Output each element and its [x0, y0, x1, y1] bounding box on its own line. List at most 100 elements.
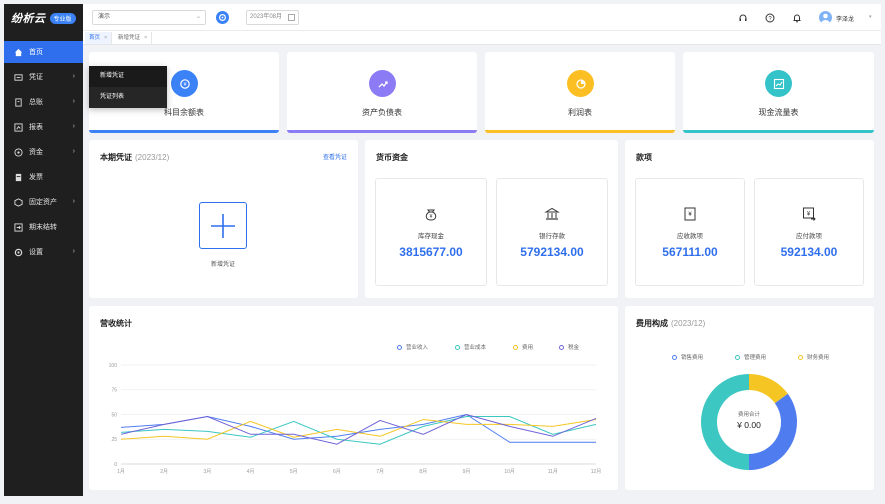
tab-bar: 首页 × 新增凭证 ×: [83, 31, 881, 45]
report-card-cash-flow[interactable]: 现金流量表: [683, 52, 874, 133]
avatar[interactable]: [819, 11, 832, 24]
stat-label: 应收款项: [677, 233, 703, 240]
stat-label: 银行存款: [539, 233, 565, 240]
carry-forward-icon: [14, 222, 23, 232]
legend-dot: [798, 354, 803, 360]
bell-icon[interactable]: [791, 12, 802, 23]
edition-badge: 专业版: [49, 12, 76, 24]
submenu-item-voucher-list[interactable]: 凭证列表: [89, 87, 167, 108]
help-icon[interactable]: ?: [764, 12, 775, 23]
x-tick-label: 6月: [333, 469, 341, 475]
legend-item-admin-expense[interactable]: 管理费用: [735, 353, 766, 361]
view-vouchers-link[interactable]: 查看凭证: [323, 152, 347, 161]
sidebar-item-label: 报表: [29, 124, 43, 131]
legend-dot: [513, 344, 518, 350]
logo-text: 纷析云: [11, 13, 46, 25]
svg-text:¥: ¥: [688, 212, 692, 218]
period-picker[interactable]: 2023年08月: [246, 10, 299, 25]
plus-icon: [211, 213, 235, 238]
sidebar-item-label: 固定资产: [29, 199, 57, 206]
chevron-right-icon: ›: [72, 248, 75, 255]
stat-label: 应付款项: [796, 233, 822, 240]
cash-on-hand-box[interactable]: ¥ 库存现金 3815677.00: [375, 178, 487, 286]
sidebar-item-label: 发票: [29, 174, 43, 181]
sidebar-item-asset[interactable]: 固定资产 ›: [4, 191, 83, 213]
stat-value: 567111.00: [662, 245, 718, 259]
accounts-receivable-box[interactable]: ¥ 应收款项 567111.00: [635, 178, 745, 286]
close-icon[interactable]: ×: [144, 35, 147, 41]
legend-item-revenue[interactable]: 营业收入: [397, 343, 428, 351]
receivable-icon: ¥: [682, 206, 698, 222]
caret-down-icon[interactable]: ▾: [869, 14, 872, 20]
legend-item-expense[interactable]: 费用: [513, 343, 533, 351]
x-tick-label: 8月: [419, 469, 427, 475]
balance-icon: ¥: [171, 70, 198, 97]
sidebar-item-ledger[interactable]: 总账 ›: [4, 91, 83, 113]
stat-value: 5792134.00: [520, 245, 584, 259]
logo: 纷析云 专业版: [4, 4, 83, 32]
user-icon: [821, 13, 830, 24]
tab-new-voucher[interactable]: 新增凭证 ×: [114, 32, 153, 44]
sidebar-item-label: 总账: [29, 99, 43, 106]
sidebar-item-home[interactable]: 首页: [4, 41, 83, 63]
x-tick-label: 12月: [591, 469, 602, 475]
donut-center-label: 费用合计: [738, 410, 761, 418]
legend-item-sales-expense[interactable]: 销售费用: [672, 353, 703, 361]
tab-home[interactable]: 首页 ×: [85, 32, 113, 44]
report-label: 现金流量表: [758, 108, 799, 117]
close-icon[interactable]: ×: [104, 35, 107, 41]
add-voucher-button[interactable]: [199, 202, 247, 249]
legend-dot: [735, 354, 740, 360]
company-settings-button[interactable]: [216, 11, 229, 24]
calendar-icon: [288, 14, 295, 21]
x-tick-label: 11月: [548, 469, 558, 475]
x-tick-label: 2月: [160, 469, 168, 475]
revenue-line-chart: 0 25 50 75 100 1月 2月 3月 4月 5月 6月 7月 8月 9月 10月 11月 12月: [109, 363, 602, 475]
pie-icon: [567, 70, 594, 97]
expense-donut-chart: 费用合计 ¥ 0.00: [701, 374, 797, 470]
stat-value: 3815677.00: [399, 245, 463, 259]
asset-icon: [14, 197, 23, 207]
sidebar-item-label: 设置: [29, 249, 43, 256]
legend-dot: [672, 354, 677, 360]
chevron-right-icon: ›: [72, 198, 75, 205]
x-tick-label: 1月: [117, 469, 125, 475]
sidebar-item-carry-forward[interactable]: 期末结转: [4, 216, 83, 238]
card-title: 货币资金: [376, 153, 408, 162]
bank-deposit-box[interactable]: 银行存款 5792134.00: [496, 178, 608, 286]
legend-dot: [397, 344, 402, 350]
y-tick-label: 50: [111, 412, 117, 418]
headset-icon[interactable]: [737, 12, 748, 23]
legend-item-tax[interactable]: 税金: [559, 343, 579, 351]
fund-icon: [14, 147, 23, 157]
gear-icon: [219, 14, 226, 21]
legend-item-cost[interactable]: 营业成本: [455, 343, 486, 351]
sidebar-item-report[interactable]: 报表 ›: [4, 116, 83, 138]
legend-dot: [559, 344, 564, 350]
accounts-payable-box[interactable]: ¥ 应付款项 592134.00: [754, 178, 864, 286]
card-title: 款项: [636, 153, 652, 162]
report-card-income-statement[interactable]: 利润表: [485, 52, 675, 133]
x-tick-label: 5月: [290, 469, 298, 475]
voucher-card: 本期凭证 (2023/12) 查看凭证 新增凭证: [89, 140, 358, 298]
donut-center-value: ¥ 0.00: [736, 420, 761, 430]
report-card-balance-sheet[interactable]: 资产负债表: [287, 52, 477, 133]
donut-slice[interactable]: [749, 393, 797, 470]
home-icon: [14, 48, 23, 57]
submenu-item-new-voucher[interactable]: 新增凭证: [89, 66, 167, 87]
legend-item-finance-expense[interactable]: 财务费用: [798, 353, 829, 361]
sidebar-item-invoice[interactable]: 发票: [4, 166, 83, 188]
report-label: 科目余额表: [164, 108, 204, 117]
company-select[interactable]: 演示 ⌄: [92, 10, 206, 25]
sidebar-item-fund[interactable]: 资金 ›: [4, 141, 83, 163]
user-name[interactable]: 李泽龙: [836, 14, 854, 23]
sidebar-item-settings[interactable]: 设置 ›: [4, 241, 83, 263]
chevron-down-icon: ⌄: [195, 14, 201, 20]
sidebar-item-label: 首页: [29, 49, 43, 56]
y-tick-label: 75: [111, 388, 117, 394]
sidebar-item-label: 凭证: [29, 74, 43, 81]
chevron-right-icon: ›: [72, 148, 75, 155]
trend-up-icon: [369, 70, 396, 97]
sidebar-item-voucher[interactable]: 凭证 ›: [4, 66, 83, 88]
expense-card: 费用构成 (2023/12) 销售费用 管理费用 财务费用 费用合计 ¥ 0.00: [625, 306, 874, 490]
